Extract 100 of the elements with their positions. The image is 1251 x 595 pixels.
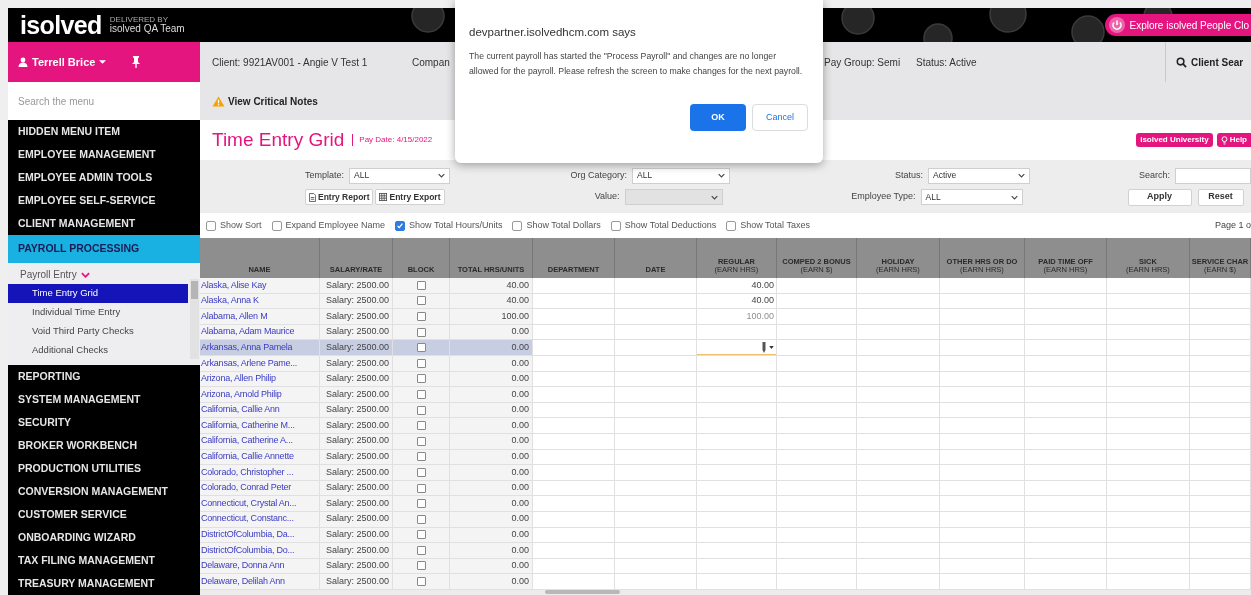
university-button[interactable]: isolved University — [1136, 133, 1213, 147]
dialog-message: The current payroll has started the "Process Payroll" and changes are no longer allowed for the payroll. Please refresh the screen to make changes for the next payroll. — [469, 50, 804, 79]
table-row[interactable]: California, Catherine M... Salary: 2500.00 0.00 — [200, 418, 1251, 434]
table-row[interactable]: California, Catherine A... Salary: 2500.00 0.00 — [200, 433, 1251, 450]
checkbox[interactable] — [395, 220, 406, 231]
org-category-select[interactable]: ALL — [632, 167, 730, 184]
submenu-item[interactable]: Void Third Party Checks — [8, 322, 188, 341]
cell-editor[interactable] — [697, 340, 776, 355]
ok-button[interactable]: OK — [690, 104, 746, 132]
explore-button[interactable]: Explore isolved People Clo — [1105, 14, 1251, 36]
submenu-group[interactable]: Payroll Entry — [8, 265, 90, 284]
checkbox[interactable] — [416, 312, 426, 321]
checkbox[interactable] — [416, 421, 426, 431]
checkbox[interactable] — [416, 405, 426, 415]
table-cell: 0.00 — [450, 418, 533, 434]
checkbox[interactable] — [416, 343, 426, 353]
table-row[interactable]: Colorado, Conrad Peter Salary: 2500.00 0.00 — [200, 480, 1251, 497]
pin-icon[interactable] — [132, 56, 141, 68]
cancel-button[interactable]: Cancel — [752, 104, 808, 132]
table-cell: Salary: 2500.00 — [320, 465, 393, 481]
table-row[interactable]: Arizona, Arnold Philip Salary: 2500.00 0.00 — [200, 387, 1251, 403]
checkbox[interactable] — [416, 358, 426, 368]
search-field[interactable] — [1175, 167, 1251, 184]
name-link[interactable]: Alabama, Allen M — [200, 309, 320, 325]
caret-down-icon — [99, 60, 107, 64]
document-icon — [309, 192, 316, 202]
name-link[interactable]: Alaska, Alise Kay — [200, 278, 320, 294]
checkbox[interactable] — [416, 514, 426, 524]
table-row[interactable]: Alaska, Anna K Salary: 2500.00 40.00 40.00 — [200, 293, 1251, 310]
checkbox[interactable] — [416, 327, 426, 337]
table-row[interactable]: California, Callie Annette Salary: 2500.00 0.00 — [200, 449, 1251, 466]
checkbox[interactable] — [512, 220, 523, 231]
pencil-icon[interactable] — [762, 341, 766, 353]
template-select[interactable]: ALL — [349, 167, 450, 184]
table-cell: 0.00 — [450, 496, 533, 512]
name-link[interactable]: Arkansas, Anna Pamela — [200, 340, 320, 356]
table-row[interactable]: Delaware, Delilah Ann Salary: 2500.00 0.00 — [200, 574, 1251, 590]
pay-group-info: Pay Group: Semi — [824, 56, 901, 68]
table-row[interactable]: Colorado, Christopher ... Salary: 2500.00 0.00 — [200, 465, 1251, 481]
submenu-item[interactable]: Individual Time Entry — [8, 303, 188, 322]
table-icon — [379, 193, 388, 201]
checkbox[interactable] — [416, 296, 426, 306]
warning-icon — [212, 95, 225, 107]
checkbox[interactable] — [416, 452, 426, 462]
checkbox[interactable] — [271, 220, 282, 231]
table-row[interactable]: Connecticut, Crystal An... Salary: 2500.00 0.00 — [200, 496, 1251, 512]
entry-button[interactable]: Entry Export — [375, 189, 445, 205]
table-row[interactable]: Arkansas, Anna Pamela Salary: 2500.00 0.00 — [200, 340, 1251, 356]
table-row[interactable]: Connecticut, Constanc... Salary: 2500.00 0.00 — [200, 511, 1251, 528]
name-link[interactable]: Connecticut, Crystal An... — [200, 496, 320, 512]
table-cell: 0.00 — [450, 465, 533, 481]
name-link[interactable]: California, Catherine M... — [200, 418, 320, 434]
chevron-down-icon — [438, 173, 445, 178]
org-category-label: Org Category: — [570, 168, 627, 182]
name-link[interactable]: Colorado, Christopher ... — [200, 465, 320, 481]
table-row[interactable]: Alaska, Alise Kay Salary: 2500.00 40.00 40.00 — [200, 278, 1251, 294]
table-row[interactable]: Alabama, Adam Maurice Salary: 2500.00 0.00 — [200, 324, 1251, 341]
checkbox[interactable] — [416, 280, 426, 290]
user-menu-button[interactable]: Terrell Brice — [32, 53, 107, 71]
checkbox[interactable] — [206, 220, 216, 231]
entry-button[interactable]: Entry Report — [305, 189, 374, 205]
checkbox[interactable] — [416, 499, 426, 509]
checkbox[interactable] — [416, 561, 426, 571]
table-row[interactable]: Delaware, Donna Ann Salary: 2500.00 0.00 — [200, 558, 1251, 575]
checkbox[interactable] — [416, 577, 426, 587]
submenu-item[interactable]: Additional Checks — [8, 341, 188, 360]
table-row[interactable]: DistrictOfColumbia, Do... Salary: 2500.00 0.00 — [200, 543, 1251, 559]
checkbox[interactable] — [416, 545, 426, 555]
table-cell: Salary: 2500.00 — [320, 278, 393, 294]
menu-search-field[interactable]: Search the menu — [8, 82, 200, 120]
table-row[interactable]: Arizona, Allen Philip Salary: 2500.00 0.00 — [200, 371, 1251, 388]
checkbox[interactable] — [416, 436, 426, 446]
sidebar-item[interactable]: PAYROLL PROCESSING — [8, 235, 200, 263]
table-row[interactable]: California, Callie Ann Salary: 2500.00 0.00 — [200, 402, 1251, 419]
logo: isolved — [20, 12, 102, 38]
action-button[interactable]: Apply — [1127, 188, 1192, 206]
caret-down-icon[interactable] — [769, 345, 774, 349]
checkbox[interactable] — [416, 374, 426, 384]
horizontal-scrollbar[interactable] — [200, 590, 1251, 595]
table-row[interactable]: Arkansas, Arlene Pame... Salary: 2500.00 0.00 — [200, 355, 1251, 372]
scrollbar[interactable] — [190, 279, 199, 359]
name-link[interactable]: Arizona, Arnold Philip — [200, 387, 320, 403]
employee-type-select[interactable]: ALL — [920, 189, 1023, 205]
table-row[interactable]: DistrictOfColumbia, Da... Salary: 2500.00 0.00 — [200, 527, 1251, 544]
name-link[interactable]: Delaware, Delilah Ann — [200, 574, 320, 590]
company-info: Compan — [412, 56, 450, 68]
name-link[interactable]: DistrictOfColumbia, Do... — [200, 543, 320, 559]
checkbox[interactable] — [610, 220, 621, 231]
table-cell: 0.00 — [450, 574, 533, 590]
checkbox[interactable] — [416, 483, 426, 493]
status-select[interactable]: Active — [928, 167, 1030, 184]
action-button[interactable]: Reset — [1197, 188, 1244, 206]
help-button[interactable]: Help — [1216, 133, 1251, 147]
submenu-item[interactable]: Time Entry Grid — [8, 284, 188, 303]
checkbox[interactable] — [416, 530, 426, 540]
checkbox[interactable] — [416, 389, 426, 399]
critical-notes-link[interactable]: View Critical Notes — [212, 93, 318, 109]
checkbox[interactable] — [416, 467, 426, 477]
checkbox[interactable] — [726, 220, 737, 231]
chevron-down-icon — [1018, 173, 1025, 178]
